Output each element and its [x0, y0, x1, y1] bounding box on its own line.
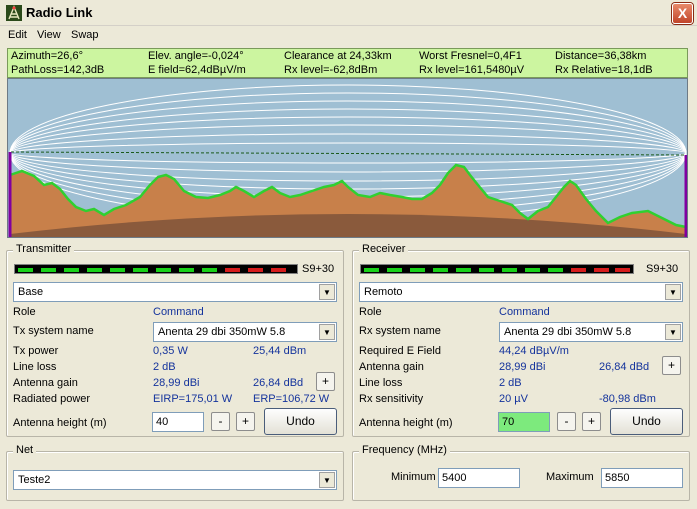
- rx-gain-dbd: 26,84 dBd: [599, 361, 650, 373]
- worst-fresnel-value: Worst Fresnel=0,4F1: [419, 50, 522, 62]
- rx-role-value: Command: [499, 306, 550, 318]
- rx-sensitivity-uv: 20 µV: [499, 393, 528, 405]
- rx-line-loss-value: 2 dB: [499, 377, 522, 389]
- rx-sensitivity-dbm: -80,98 dBm: [599, 393, 656, 405]
- window-title: Radio Link: [26, 5, 93, 20]
- transmitter-legend: Transmitter: [13, 243, 75, 255]
- line-of-sight: [10, 151, 686, 156]
- menu-view[interactable]: View: [37, 29, 61, 41]
- pathloss-value: PathLoss=142,3dB: [11, 64, 105, 76]
- tx-height-label: Antenna height (m): [13, 417, 107, 429]
- tx-signal-meter: [14, 264, 298, 274]
- frequency-legend: Frequency (MHz): [359, 444, 450, 456]
- terrain-profile-graph: [8, 84, 687, 237]
- tx-eirp-value: EIRP=175,01 W: [153, 393, 233, 405]
- net-select[interactable]: Teste2 ▼: [13, 470, 337, 490]
- menu-edit[interactable]: Edit: [8, 29, 27, 41]
- efield-value: E field=62,4dBµV/m: [148, 64, 246, 76]
- title-bar: Radio Link X: [0, 0, 697, 26]
- tx-role-label: Role: [13, 306, 36, 318]
- net-value: Teste2: [18, 474, 51, 486]
- chevron-down-icon[interactable]: ▼: [665, 324, 681, 340]
- chevron-down-icon[interactable]: ▼: [319, 324, 335, 340]
- clearance-value: Clearance at 24,33km: [284, 50, 392, 62]
- tx-gain-plus-button[interactable]: +: [316, 372, 335, 391]
- tx-height-plus-button[interactable]: +: [236, 412, 255, 431]
- rx-sensitivity-label: Rx sensitivity: [359, 393, 424, 405]
- net-group: Net Teste2 ▼: [6, 444, 344, 501]
- rx-role-label: Role: [359, 306, 382, 318]
- distance-value: Distance=36,38km: [555, 50, 647, 62]
- tx-power-dbm: 25,44 dBm: [253, 345, 307, 357]
- tx-system-value: Anenta 29 dbi 350mW 5.8: [158, 326, 286, 338]
- rx-station-value: Remoto: [364, 286, 403, 298]
- rx-gain-plus-button[interactable]: +: [662, 356, 681, 375]
- rx-level-dbm-value: Rx level=-62,8dBm: [284, 64, 378, 76]
- tx-power-watts: 0,35 W: [153, 345, 188, 357]
- rx-system-label: Rx system name: [359, 325, 441, 337]
- frequency-max-label: Maximum: [546, 471, 594, 483]
- close-icon[interactable]: X: [672, 3, 693, 24]
- tx-system-select[interactable]: Anenta 29 dbi 350mW 5.8 ▼: [153, 322, 337, 342]
- rx-undo-button[interactable]: Undo: [610, 408, 683, 435]
- rx-level-uv-value: Rx level=161,5480µV: [419, 64, 525, 76]
- menu-bar: Edit View Swap: [0, 26, 697, 46]
- tx-erp-value: ERP=106,72 W: [253, 393, 330, 405]
- rx-height-label: Antenna height (m): [359, 417, 453, 429]
- rx-height-minus-button[interactable]: -: [557, 412, 576, 431]
- rx-field-label: Required E Field: [359, 345, 441, 357]
- tx-signal-report: S9+30: [302, 263, 335, 275]
- rx-system-value: Anenta 29 dbi 350mW 5.8: [504, 326, 632, 338]
- tx-role-value: Command: [153, 306, 204, 318]
- rx-height-plus-button[interactable]: +: [582, 412, 601, 431]
- rx-height-input[interactable]: [498, 412, 550, 432]
- elevation-value: Elev. angle=-0,024°: [148, 50, 244, 62]
- tx-system-label: Tx system name: [13, 325, 94, 337]
- frequency-min-input[interactable]: [438, 468, 520, 488]
- tx-station-value: Base: [18, 286, 44, 298]
- tx-line-loss-value: 2 dB: [153, 361, 176, 373]
- chevron-down-icon[interactable]: ▼: [319, 284, 335, 300]
- rx-line-loss-label: Line loss: [359, 377, 403, 389]
- radio-tower-icon: [6, 5, 22, 21]
- transmitter-group: Transmitter S9+30 Base ▼ Role Command Tx…: [6, 243, 344, 437]
- rx-station-select[interactable]: Remoto ▼: [359, 282, 683, 302]
- tx-line-loss-label: Line loss: [13, 361, 57, 373]
- rx-relative-value: Rx Relative=18,1dB: [555, 64, 653, 76]
- rx-system-select[interactable]: Anenta 29 dbi 350mW 5.8 ▼: [499, 322, 683, 342]
- path-profile: [7, 78, 688, 238]
- rx-signal-report: S9+30: [646, 263, 679, 275]
- receiver-group: Receiver S9+30 Remoto ▼ Role Command Rx …: [352, 243, 690, 437]
- rx-field-value: 44,24 dBµV/m: [499, 345, 569, 357]
- frequency-min-label: Minimum: [391, 471, 436, 483]
- rx-gain-dbi: 28,99 dBi: [499, 361, 546, 373]
- chevron-down-icon[interactable]: ▼: [665, 284, 681, 300]
- frequency-group: Frequency (MHz) Minimum Maximum: [352, 444, 690, 501]
- tx-station-select[interactable]: Base ▼: [13, 282, 337, 302]
- link-info-panel: Azimuth=26,6° Elev. angle=-0,024° Cleara…: [7, 48, 688, 78]
- frequency-max-input[interactable]: [601, 468, 683, 488]
- rx-gain-label: Antenna gain: [359, 361, 424, 373]
- tx-gain-dbd: 26,84 dBd: [253, 377, 304, 389]
- menu-swap[interactable]: Swap: [71, 29, 99, 41]
- azimuth-value: Azimuth=26,6°: [11, 50, 83, 62]
- tx-height-minus-button[interactable]: -: [211, 412, 230, 431]
- receiver-legend: Receiver: [359, 243, 409, 255]
- tx-radiated-label: Radiated power: [13, 393, 91, 405]
- tx-height-input[interactable]: [152, 412, 204, 432]
- tx-power-label: Tx power: [13, 345, 59, 357]
- net-legend: Net: [13, 444, 37, 456]
- tx-gain-label: Antenna gain: [13, 377, 78, 389]
- tx-gain-dbi: 28,99 dBi: [153, 377, 200, 389]
- tx-undo-button[interactable]: Undo: [264, 408, 337, 435]
- chevron-down-icon[interactable]: ▼: [319, 472, 335, 488]
- rx-signal-meter: [360, 264, 634, 274]
